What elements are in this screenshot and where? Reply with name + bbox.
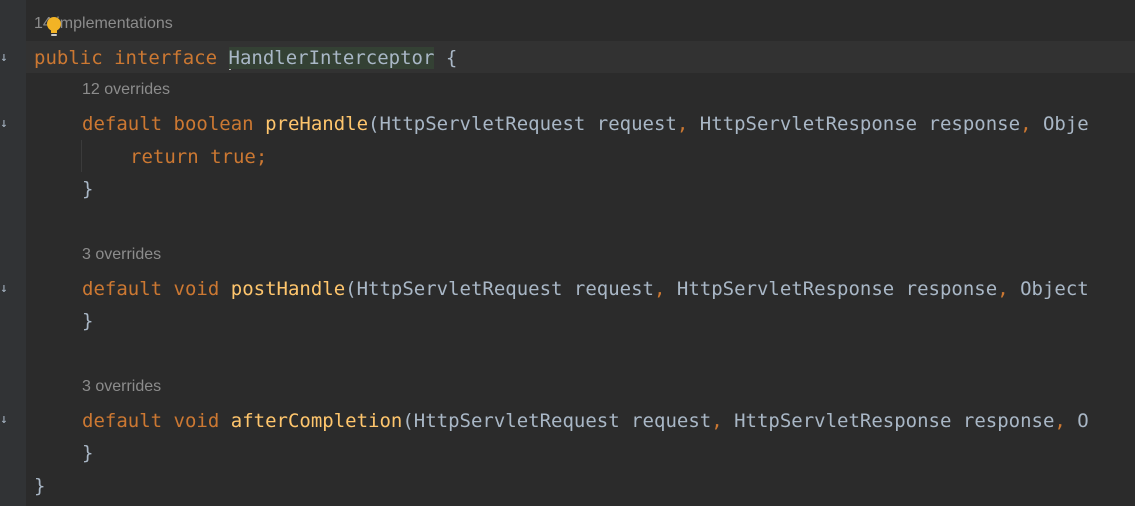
open-brace: { (445, 47, 458, 69)
method-name[interactable]: afterCompletion (231, 410, 403, 432)
params-part: O (1065, 410, 1089, 432)
params-part: Obje (1031, 113, 1089, 135)
method-signature-prehandle[interactable]: default boolean preHandle(HttpServletReq… (82, 108, 1089, 140)
overrides-hint[interactable]: 3 overrides (82, 378, 161, 396)
interface-name[interactable]: HandlerInterceptor (228, 47, 435, 69)
params-part: HttpServletResponse response (665, 278, 998, 300)
comma: , (997, 278, 1009, 300)
keyword-return: return (130, 146, 199, 168)
interface-declaration[interactable]: public interface HandlerInterceptor { (34, 42, 457, 74)
lightbulb-icon[interactable] (46, 16, 62, 38)
return-type: void (173, 410, 220, 432)
method-name[interactable]: postHandle (231, 278, 345, 300)
gutter-implemented-icon[interactable]: ↓ (0, 412, 8, 428)
close-brace[interactable]: } (82, 173, 93, 205)
keyword-default: default (82, 113, 163, 135)
keyword-public: public (34, 47, 103, 69)
close-brace[interactable]: } (82, 305, 93, 337)
editor-gutter[interactable] (0, 0, 26, 506)
semicolon: ; (255, 146, 268, 168)
keyword-interface: interface (114, 47, 218, 69)
close-brace[interactable]: } (82, 437, 93, 469)
params-part: (HttpServletRequest request (345, 278, 654, 300)
comma: , (1054, 410, 1066, 432)
comma: , (676, 113, 689, 135)
method-signature-aftercompletion[interactable]: default void afterCompletion(HttpServlet… (82, 405, 1089, 437)
method-signature-posthandle[interactable]: default void postHandle(HttpServletReque… (82, 273, 1089, 305)
gutter-implemented-icon[interactable]: ↓ (0, 116, 8, 132)
params-part: HttpServletResponse response (722, 410, 1055, 432)
keyword-default: default (82, 410, 163, 432)
comma: , (1020, 113, 1032, 135)
gutter-implemented-icon[interactable]: ↓ (0, 281, 8, 297)
params-part: Object (1008, 278, 1089, 300)
overrides-hint[interactable]: 12 overrides (82, 81, 170, 99)
method-name[interactable]: preHandle (265, 113, 368, 135)
method-body-line[interactable]: return true; (130, 141, 267, 173)
keyword-default: default (82, 278, 163, 300)
gutter-implemented-icon[interactable]: ↓ (0, 50, 8, 66)
params-part: (HttpServletRequest request (402, 410, 712, 432)
overrides-hint[interactable]: 3 overrides (82, 246, 161, 264)
keyword-true: true (210, 146, 256, 168)
indent-guide (81, 140, 82, 172)
comma: , (654, 278, 666, 300)
comma: , (711, 410, 723, 432)
params-part: HttpServletResponse response (688, 113, 1021, 135)
final-close-brace[interactable]: } (34, 470, 45, 502)
params-part: (HttpServletRequest request (368, 113, 677, 135)
return-type: boolean (173, 113, 254, 135)
return-type: void (173, 278, 220, 300)
